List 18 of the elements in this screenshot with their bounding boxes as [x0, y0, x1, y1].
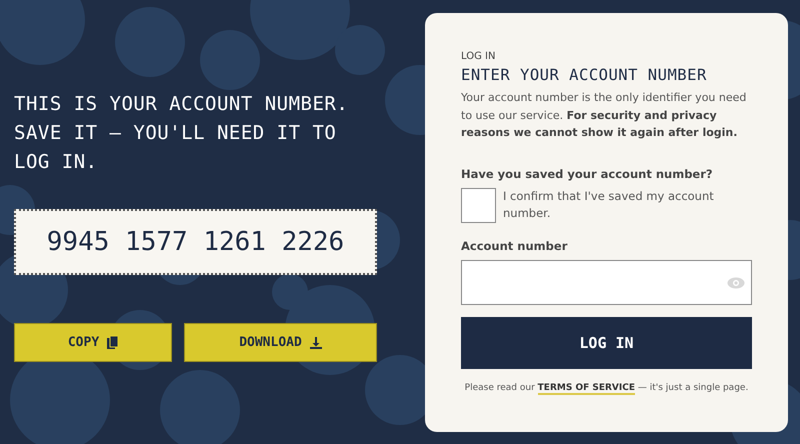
eyebrow-label: LOG IN: [461, 50, 496, 64]
headline: THIS IS YOUR ACCOUNT NUMBER. SAVE IT — YOU'LL NEED IT TO LOG IN.: [14, 92, 350, 175]
field-label: Account number: [461, 238, 568, 255]
terms-link[interactable]: TERMS OF SERVICE: [538, 383, 636, 396]
confirm-checkbox[interactable]: [461, 188, 496, 223]
download-button[interactable]: DOWNLOAD: [184, 323, 377, 362]
confirm-label: I confirm that I've saved my account number.: [503, 188, 715, 222]
description-text: Your account number is the only identifier you need to use our service. For security and privacy reasons we cannot show it again after login.: [461, 90, 748, 142]
copy-button[interactable]: COPY: [14, 323, 172, 362]
terms-text: Please read our TERMS OF SERVICE — it's just a single page.: [464, 382, 750, 396]
account-number-field[interactable]: [461, 260, 752, 306]
account-number: 9945 1577 1261 2226: [14, 209, 377, 275]
copy-icon: [107, 336, 118, 349]
question-label: Have you saved your account number?: [461, 166, 714, 183]
background-blob: [115, 7, 185, 77]
card-title: ENTER YOUR ACCOUNT NUMBER: [461, 65, 708, 86]
download-icon: [310, 336, 322, 348]
login-button[interactable]: LOG IN: [461, 317, 752, 370]
